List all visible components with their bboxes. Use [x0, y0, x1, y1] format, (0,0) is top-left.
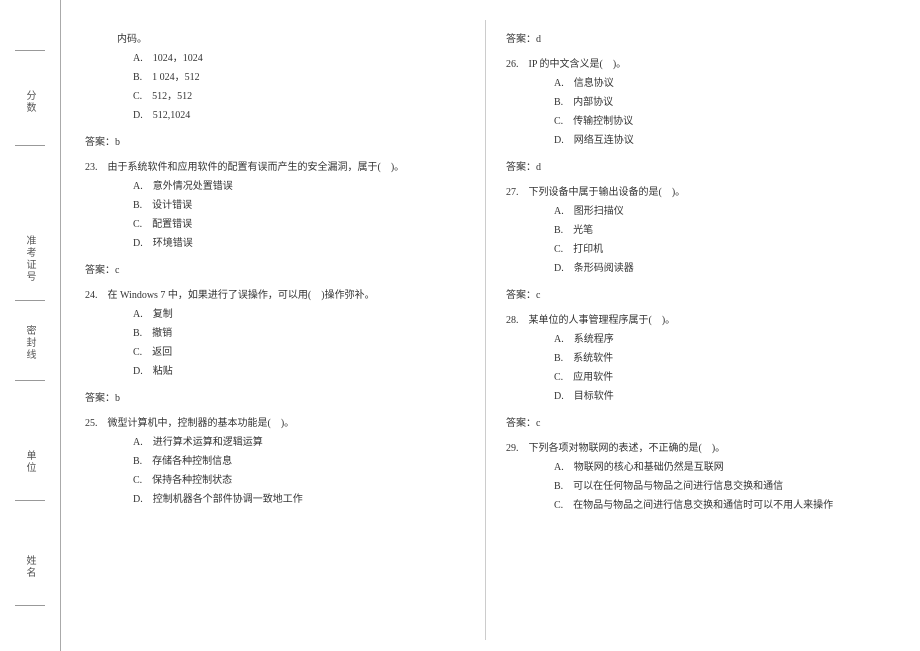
margin-label-exam-id: 准考证号 [22, 235, 37, 283]
q28-option-b: B. 系统软件 [506, 349, 886, 368]
option-text: 物联网的核心和基础仍然是互联网 [574, 462, 724, 473]
option-text: 光笔 [573, 225, 593, 236]
option-text: 512，512 [152, 91, 192, 102]
option-text: 粘贴 [153, 366, 173, 377]
question-25-stem: 25. 微型计算机中，控制器的基本功能是( )。 [85, 414, 465, 433]
option-text: 保持各种控制状态 [152, 475, 232, 486]
option-text: 可以在任何物品与物品之间进行信息交换和通信 [573, 481, 783, 492]
option-text: 图形扫描仪 [574, 206, 624, 217]
q25-option-c: C. 保持各种控制状态 [85, 471, 465, 490]
q26-option-a: A. 信息协议 [506, 74, 886, 93]
q22-option-a: A. 1024，1024 [85, 49, 465, 68]
q23-option-d: D. 环境错误 [85, 234, 465, 253]
question-24-stem: 24. 在 Windows 7 中，如果进行了误操作，可以用( )操作弥补。 [85, 286, 465, 305]
question-28-stem: 28. 某单位的人事管理程序属于( )。 [506, 311, 886, 330]
option-text: 信息协议 [574, 78, 614, 89]
option-text: 存储各种控制信息 [152, 456, 232, 467]
q24-answer: 答案：b [85, 389, 465, 408]
option-text: 系统程序 [574, 334, 614, 345]
column-left: 内码。 A. 1024，1024 B. 1 024，512 C. 512，512… [65, 20, 485, 640]
margin-label-score: 分数 [22, 90, 37, 114]
q23-answer: 答案：c [85, 261, 465, 280]
margin-rule [15, 500, 45, 501]
option-text: 系统软件 [573, 353, 613, 364]
margin-rule [15, 300, 45, 301]
q24-option-c: C. 返回 [85, 343, 465, 362]
option-text: 意外情况处置错误 [153, 181, 233, 192]
q24-option-d: D. 粘贴 [85, 362, 465, 381]
column-right: 答案：d 26. IP 的中文含义是( )。 A. 信息协议 B. 内部协议 C… [486, 20, 906, 640]
option-text: 环境错误 [153, 238, 193, 249]
option-text: 设计错误 [152, 200, 192, 211]
q25-option-a: A. 进行算术运算和逻辑运算 [85, 433, 465, 452]
option-text: 传输控制协议 [573, 116, 633, 127]
question-27-stem: 27. 下列设备中属于输出设备的是( )。 [506, 183, 886, 202]
option-text: 在物品与物品之间进行信息交换和通信时可以不用人来操作 [573, 500, 833, 511]
margin-border [60, 0, 61, 651]
option-text: 控制机器各个部件协调一致地工作 [153, 494, 303, 505]
q27-option-d: D. 条形码阅读器 [506, 259, 886, 278]
content-area: 内码。 A. 1024，1024 B. 1 024，512 C. 512，512… [65, 20, 910, 640]
q24-option-a: A. 复制 [85, 305, 465, 324]
q25-answer: 答案：d [506, 30, 886, 49]
q24-option-b: B. 撤销 [85, 324, 465, 343]
q23-option-b: B. 设计错误 [85, 196, 465, 215]
q23-option-c: C. 配置错误 [85, 215, 465, 234]
q22-option-d: D. 512,1024 [85, 106, 465, 125]
option-text: 1024，1024 [153, 53, 203, 64]
q27-answer: 答案：c [506, 286, 886, 305]
q26-option-b: B. 内部协议 [506, 93, 886, 112]
q25-option-b: B. 存储各种控制信息 [85, 452, 465, 471]
question-26-stem: 26. IP 的中文含义是( )。 [506, 55, 886, 74]
option-text: 目标软件 [574, 391, 614, 402]
q22-option-c: C. 512，512 [85, 87, 465, 106]
margin-rule [15, 380, 45, 381]
q22-option-b: B. 1 024，512 [85, 68, 465, 87]
question-23-stem: 23. 由于系统软件和应用软件的配置有误而产生的安全漏洞，属于( )。 [85, 158, 465, 177]
q28-option-c: C. 应用软件 [506, 368, 886, 387]
margin-rule [15, 605, 45, 606]
option-text: 应用软件 [573, 372, 613, 383]
margin-label-seal-line: 密封线 [22, 325, 37, 361]
q29-option-c: C. 在物品与物品之间进行信息交换和通信时可以不用人来操作 [506, 496, 886, 515]
option-text: 返回 [152, 347, 172, 358]
option-text: 撤销 [152, 328, 172, 339]
question-22-stem-cont: 内码。 [85, 30, 465, 49]
q29-option-a: A. 物联网的核心和基础仍然是互联网 [506, 458, 886, 477]
q28-answer: 答案：c [506, 414, 886, 433]
q27-option-c: C. 打印机 [506, 240, 886, 259]
q27-option-a: A. 图形扫描仪 [506, 202, 886, 221]
margin-label-name: 姓名 [22, 555, 37, 579]
q22-answer: 答案：b [85, 133, 465, 152]
option-text: 复制 [153, 309, 173, 320]
option-text: 网络互连协议 [574, 135, 634, 146]
option-text: 打印机 [573, 244, 603, 255]
option-text: 1 024，512 [152, 72, 200, 83]
q27-option-b: B. 光笔 [506, 221, 886, 240]
q26-option-d: D. 网络互连协议 [506, 131, 886, 150]
margin-rule [15, 145, 45, 146]
binding-margin: 分数 准考证号 密封线 单位 姓名 [0, 0, 60, 651]
q28-option-a: A. 系统程序 [506, 330, 886, 349]
margin-rule [15, 50, 45, 51]
q25-option-d: D. 控制机器各个部件协调一致地工作 [85, 490, 465, 509]
option-text: 条形码阅读器 [574, 263, 634, 274]
q26-option-c: C. 传输控制协议 [506, 112, 886, 131]
option-text: 进行算术运算和逻辑运算 [153, 437, 263, 448]
q23-option-a: A. 意外情况处置错误 [85, 177, 465, 196]
q26-answer: 答案：d [506, 158, 886, 177]
option-text: 内部协议 [573, 97, 613, 108]
q28-option-d: D. 目标软件 [506, 387, 886, 406]
q29-option-b: B. 可以在任何物品与物品之间进行信息交换和通信 [506, 477, 886, 496]
question-29-stem: 29. 下列各项对物联网的表述，不正确的是( )。 [506, 439, 886, 458]
margin-label-unit: 单位 [22, 450, 37, 474]
option-text: 配置错误 [152, 219, 192, 230]
option-text: 512,1024 [153, 110, 191, 121]
